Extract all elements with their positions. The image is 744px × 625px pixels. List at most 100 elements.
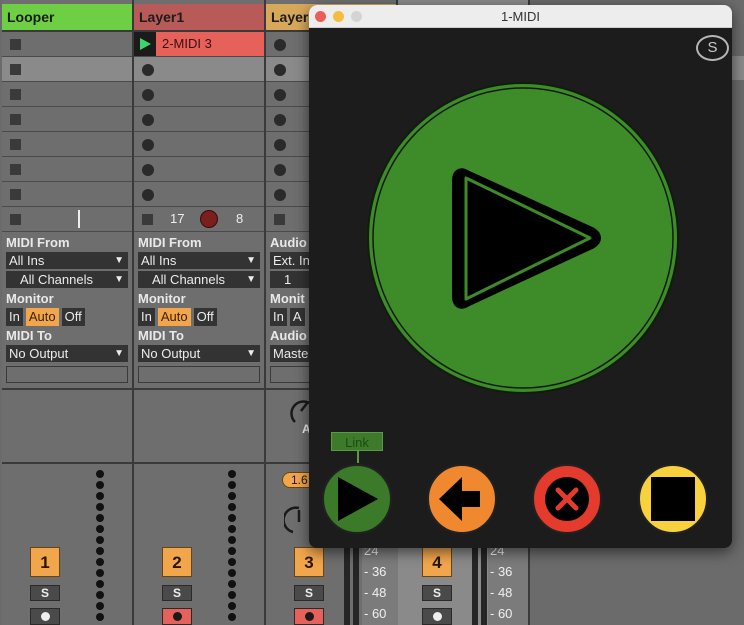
volume-meter (96, 470, 104, 624)
monitor-auto[interactable]: Auto (157, 308, 191, 326)
record-icon[interactable] (142, 89, 154, 101)
stop-icon[interactable] (10, 164, 21, 175)
level-meter (481, 540, 487, 625)
clip-slot[interactable] (134, 132, 264, 157)
minimize-icon[interactable] (333, 11, 344, 22)
stop-all-icon[interactable] (142, 214, 153, 225)
arm-button[interactable] (30, 608, 60, 625)
stop-icon[interactable] (10, 189, 21, 200)
clip-slot[interactable] (2, 182, 132, 207)
track-header[interactable]: Looper (2, 4, 132, 32)
input-source-select[interactable]: All Ins (138, 252, 260, 269)
record-icon[interactable] (274, 189, 286, 201)
input-label: MIDI From (138, 235, 202, 250)
record-icon[interactable] (274, 164, 286, 176)
output-target-select[interactable]: No Output (6, 345, 128, 362)
track-activator[interactable]: 1 (30, 547, 60, 577)
track-layer1: Layer1 2-MIDI 3 17 8 MIDI From All Ins A… (134, 0, 266, 625)
clip-name: 2-MIDI 3 (162, 36, 212, 51)
record-icon[interactable] (274, 114, 286, 126)
record-icon[interactable] (142, 189, 154, 201)
clip-slot[interactable] (134, 57, 264, 82)
stop-all-icon[interactable] (274, 214, 285, 225)
window-title: 1-MIDI (501, 9, 540, 24)
solo-button[interactable]: S (162, 585, 192, 601)
clip-slot[interactable]: 2-MIDI 3 (134, 32, 264, 57)
back-button[interactable] (426, 463, 498, 535)
window-titlebar[interactable]: 1-MIDI (309, 5, 732, 28)
clip-slot[interactable] (134, 107, 264, 132)
level-meter (472, 540, 478, 625)
clip-slot[interactable] (134, 82, 264, 107)
monitor-off[interactable]: Off (61, 308, 85, 326)
status-left: 17 (170, 211, 185, 226)
track-activator[interactable]: 3 (294, 547, 324, 577)
track-activator[interactable]: 2 (162, 547, 192, 577)
stop-icon[interactable] (10, 39, 21, 50)
solo-button[interactable]: S (30, 585, 60, 601)
input-source-select[interactable]: All Ins (6, 252, 128, 269)
arm-button[interactable] (422, 608, 452, 625)
record-icon[interactable] (142, 139, 154, 151)
scale-tick: - 48 (490, 585, 513, 600)
input-channel-select[interactable]: All Channels (6, 271, 128, 288)
output-target-select[interactable]: No Output (138, 345, 260, 362)
monitor-label: Monitor (138, 291, 186, 306)
record-icon[interactable] (142, 64, 154, 76)
monitor-in[interactable]: In (6, 308, 23, 326)
arm-button[interactable] (162, 608, 192, 625)
scale-tick: - 36 (364, 564, 387, 579)
link-label: Link (331, 432, 383, 451)
clip-slot[interactable] (2, 82, 132, 107)
clip-slot[interactable] (2, 57, 132, 82)
meter-scale: 24 - 36 - 48 - 60 (488, 540, 528, 625)
record-icon[interactable] (274, 89, 286, 101)
monitor-auto[interactable]: Auto (25, 308, 59, 326)
big-play-button[interactable] (366, 81, 680, 395)
record-icon[interactable] (274, 39, 286, 51)
clip-slot[interactable] (134, 182, 264, 207)
input-channel-select[interactable]: All Channels (138, 271, 260, 288)
clip-slot[interactable] (2, 32, 132, 57)
track-header[interactable]: Layer1 (134, 4, 264, 32)
level-meter (353, 540, 359, 625)
clip-slot[interactable] (134, 157, 264, 182)
clip-slot[interactable] (2, 107, 132, 132)
arm-icon (41, 612, 50, 621)
solo-button[interactable]: S (422, 585, 452, 601)
s-button[interactable]: S (696, 35, 729, 61)
record-icon[interactable] (274, 64, 286, 76)
record-icon[interactable] (142, 114, 154, 126)
play-button[interactable] (321, 463, 393, 535)
clip-slot[interactable] (2, 157, 132, 182)
stop-all-icon[interactable] (10, 214, 21, 225)
monitor-label: Monitor (6, 291, 54, 306)
record-indicator-icon[interactable] (200, 210, 218, 228)
status-row (2, 207, 132, 232)
stop-icon[interactable] (10, 114, 21, 125)
output-channel-field[interactable] (6, 366, 128, 383)
output-channel-field[interactable] (138, 366, 260, 383)
stop-icon[interactable] (10, 139, 21, 150)
solo-button[interactable]: S (294, 585, 324, 601)
play-icon[interactable] (134, 32, 156, 56)
arm-button[interactable] (294, 608, 324, 625)
track-activator[interactable]: 4 (422, 547, 452, 577)
stop-icon[interactable] (10, 64, 21, 75)
volume-meter (228, 470, 236, 624)
arm-icon (305, 612, 314, 621)
monitor-auto[interactable]: A (289, 308, 305, 326)
monitor-in[interactable]: In (270, 308, 287, 326)
record-icon[interactable] (142, 164, 154, 176)
clip[interactable]: 2-MIDI 3 (134, 32, 264, 56)
close-icon[interactable] (315, 11, 326, 22)
monitor-in[interactable]: In (138, 308, 155, 326)
clear-button[interactable] (531, 463, 603, 535)
record-icon[interactable] (274, 139, 286, 151)
sends-section (134, 388, 264, 464)
monitor-off[interactable]: Off (193, 308, 217, 326)
zoom-icon[interactable] (351, 11, 362, 22)
clip-slot[interactable] (2, 132, 132, 157)
stop-icon[interactable] (10, 89, 21, 100)
stop-button[interactable] (637, 463, 709, 535)
